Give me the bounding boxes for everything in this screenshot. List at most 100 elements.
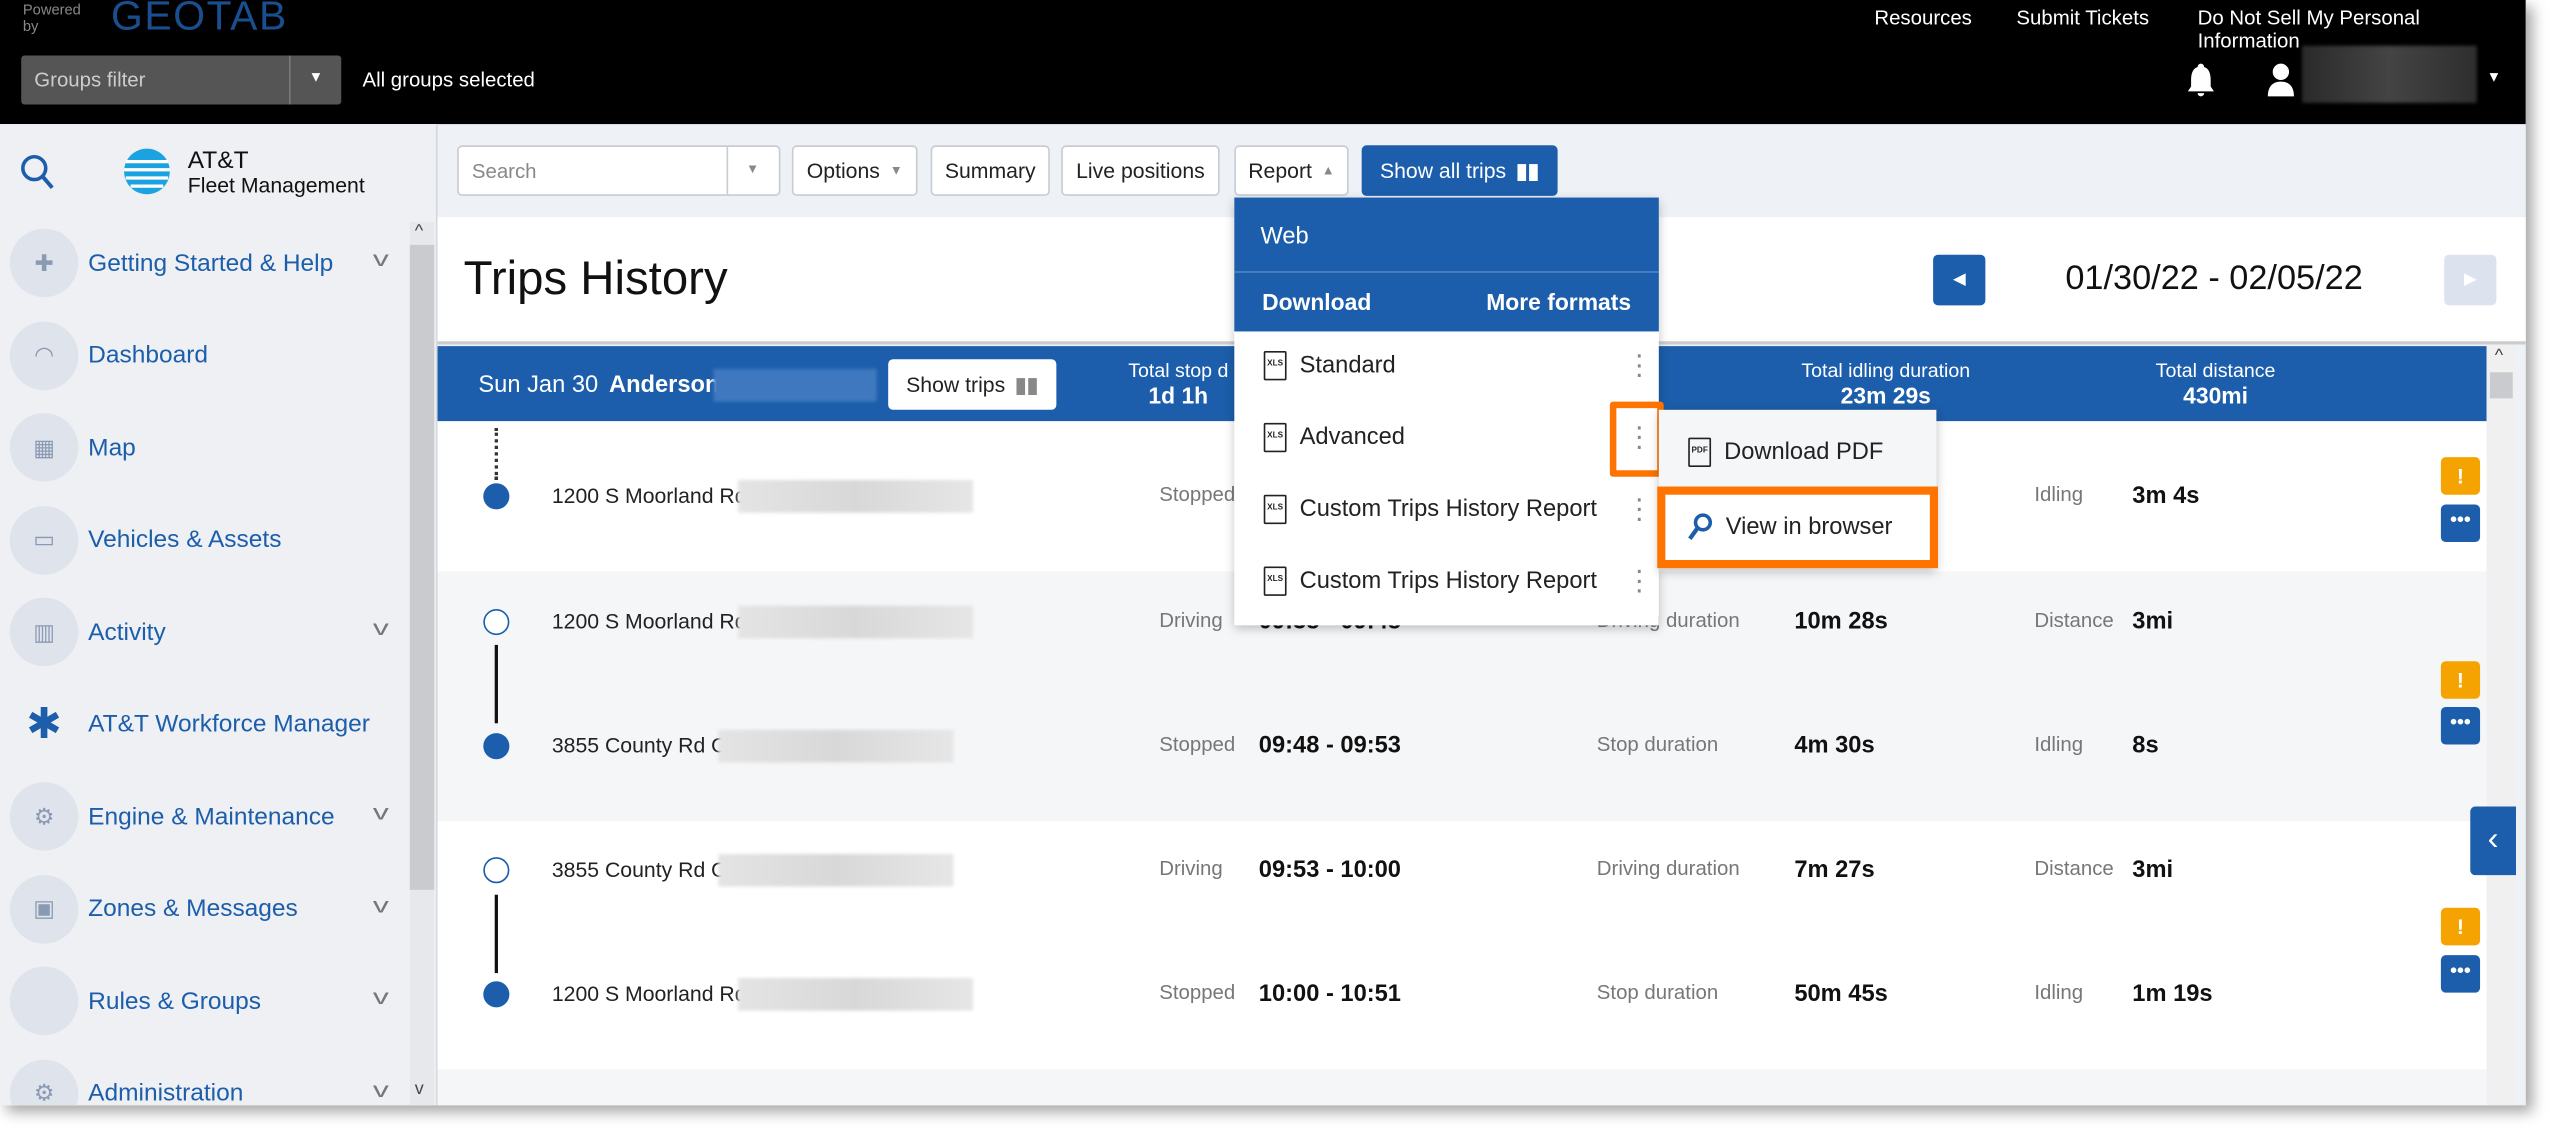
total-label: Total distance <box>2155 359 2276 383</box>
view-in-browser-item[interactable]: View in browser <box>1657 486 1939 569</box>
xls-file-icon: XLS <box>1263 566 1287 596</box>
address: 1200 S Moorland Rd, <box>551 483 753 508</box>
user-menu-caret-icon[interactable]: ▼ <box>2487 69 2502 85</box>
divider <box>288 55 291 105</box>
more-options-button[interactable]: ••• <box>2440 706 2481 745</box>
date-range: 01/30/22 - 02/05/22 <box>2065 259 2363 298</box>
kebab-menu-icon[interactable]: · · · <box>1633 483 1646 532</box>
report-item[interactable]: XLS Standard · · · <box>1234 330 1659 402</box>
report-item[interactable]: XLS Custom Trips History Report · · · <box>1234 473 1659 545</box>
warning-icon[interactable]: ! <box>2440 907 2481 946</box>
report-item[interactable]: XLS Custom Trips History Report · · · <box>1234 545 1659 617</box>
report-item-label: Custom Trips History Report <box>1299 496 1597 523</box>
view-in-browser-label: View in browser <box>1725 514 1893 541</box>
download-pdf-item[interactable]: PDF Download PDF <box>1659 420 1937 485</box>
sidebar-item-label: Zones & Messages <box>88 894 298 923</box>
groups-filter[interactable]: Groups filter ▼ <box>21 55 342 105</box>
address-redacted <box>718 853 954 887</box>
report-item[interactable]: XLS Advanced · · · <box>1234 402 1659 474</box>
xls-file-icon: XLS <box>1263 494 1287 525</box>
scroll-up-icon[interactable]: ^ <box>2495 346 2503 366</box>
scroll-down-icon[interactable]: v <box>415 1079 424 1099</box>
show-trips-button[interactable]: Show trips ▮▮ <box>888 359 1057 410</box>
sidebar-item[interactable]: ⚙ Engine & Maintenance v <box>9 780 402 852</box>
sidebar-item[interactable]: Rules & Groups v <box>9 965 402 1037</box>
app-window: Powered by GEOTAB Groups filter ▼ All gr… <box>0 0 2526 1106</box>
metric-label: Idling <box>2034 981 2084 1005</box>
scrollbar-thumb[interactable] <box>2489 372 2513 399</box>
kebab-menu-icon[interactable]: · · · <box>1633 340 1646 389</box>
download-header: Download More formats <box>1234 272 1659 332</box>
report-item-label: Custom Trips History Report <box>1299 568 1597 595</box>
next-week-button[interactable]: ▶ <box>2444 254 2497 306</box>
warning-icon[interactable]: ! <box>2440 661 2481 699</box>
previous-week-button[interactable]: ◀ <box>1933 254 1986 306</box>
sidebar-item[interactable]: ▦ Map <box>9 411 402 483</box>
link-submit-tickets[interactable]: Submit Tickets <box>2016 7 2149 30</box>
sidebar-item-label: Rules & Groups <box>88 986 262 1015</box>
sidebar-item[interactable]: ▣ Zones & Messages v <box>9 873 402 945</box>
more-formats-link[interactable]: More formats <box>1486 289 1631 315</box>
map-icon: ▦ <box>9 413 79 482</box>
powered-by: Powered by <box>22 1 81 35</box>
search-icon[interactable] <box>20 153 56 192</box>
bell-icon[interactable] <box>2186 62 2215 98</box>
sidebar-item-label: Map <box>88 433 136 462</box>
options-button[interactable]: Options ▼ <box>791 145 918 196</box>
user-icon[interactable] <box>2266 62 2295 98</box>
chevron-down-icon[interactable]: v <box>372 1077 388 1101</box>
menu-item-web[interactable]: Web <box>1234 197 1659 273</box>
time-range: 09:53 - 10:00 <box>1258 857 1401 884</box>
show-all-trips-button[interactable]: Show all trips ▮▮ <box>1361 145 1558 196</box>
sidebar-scrollbar[interactable]: ^ v <box>409 222 435 1106</box>
chevron-down-icon[interactable]: v <box>372 616 388 640</box>
live-positions-button[interactable]: Live positions <box>1061 145 1220 196</box>
car-icon: ▭ <box>9 505 79 574</box>
more-options-button[interactable]: ••• <box>2440 955 2481 993</box>
collapse-panel-chevron-left-icon[interactable]: ‹ <box>2470 806 2516 876</box>
sidebar-item[interactable]: ▭ Vehicles & Assets <box>9 504 402 576</box>
sidebar-item-label: Dashboard <box>88 341 208 369</box>
metric-label: Distance <box>2034 608 2114 632</box>
status: Driving <box>1159 608 1223 632</box>
sidebar-item[interactable]: ✱ AT&T Workforce Manager <box>10 688 402 760</box>
chevron-down-icon[interactable]: v <box>372 800 388 824</box>
more-options-button[interactable]: ••• <box>2440 504 2481 543</box>
xls-file-icon: XLS <box>1263 422 1287 453</box>
sidebar-item[interactable]: ◠ Dashboard <box>9 319 402 391</box>
metric-value: 3m 4s <box>2132 483 2200 510</box>
sidebar-item[interactable]: ▥ Activity v <box>9 596 402 668</box>
duration-value: 7m 27s <box>1794 857 1875 884</box>
kebab-menu-icon[interactable]: · · · <box>1633 555 1646 604</box>
logo-line1: AT&T <box>187 146 249 175</box>
total-idling-duration: Total idling duration 23m 29s <box>1722 359 2049 408</box>
report-button[interactable]: Report ▲ <box>1234 145 1349 196</box>
download-pdf-label: Download PDF <box>1724 439 1884 466</box>
day-date: Sun Jan 30 <box>478 372 599 399</box>
metric-value: 1m 19s <box>2132 981 2213 1008</box>
scrollbar-thumb[interactable] <box>409 244 435 890</box>
sidebar-item[interactable]: ✚ Getting Started & Help v <box>9 227 402 299</box>
timeline-connector <box>494 427 498 481</box>
chevron-down-icon[interactable]: v <box>372 985 388 1009</box>
trip-row <box>437 1069 2487 1106</box>
chevron-down-icon[interactable]: v <box>372 892 388 916</box>
status: Stopped <box>1159 981 1236 1005</box>
gauge-icon: ◠ <box>9 320 79 390</box>
link-resources[interactable]: Resources <box>1874 7 1972 30</box>
search-input[interactable]: Search ▼ <box>457 145 781 196</box>
search-dropdown-icon[interactable]: ▼ <box>746 162 759 177</box>
scroll-up-icon[interactable]: ^ <box>415 222 423 242</box>
total-value: 430mi <box>2183 382 2248 409</box>
top-bar: Powered by GEOTAB Groups filter ▼ All gr… <box>0 0 2526 125</box>
address: 3855 County Rd O, <box>551 857 734 882</box>
sidebar-item-label: Getting Started & Help <box>88 248 334 277</box>
content-scrollbar[interactable]: ^ <box>2486 346 2516 1106</box>
metric-value: 3mi <box>2132 608 2174 636</box>
caret-down-icon: ▼ <box>889 163 903 178</box>
chevron-down-icon[interactable]: v <box>372 247 388 271</box>
sidebar-item[interactable]: ⚙ Administration v <box>9 1057 402 1106</box>
caret-down-icon[interactable]: ▼ <box>309 69 324 85</box>
summary-button[interactable]: Summary <box>930 145 1050 196</box>
warning-icon[interactable]: ! <box>2440 457 2481 495</box>
